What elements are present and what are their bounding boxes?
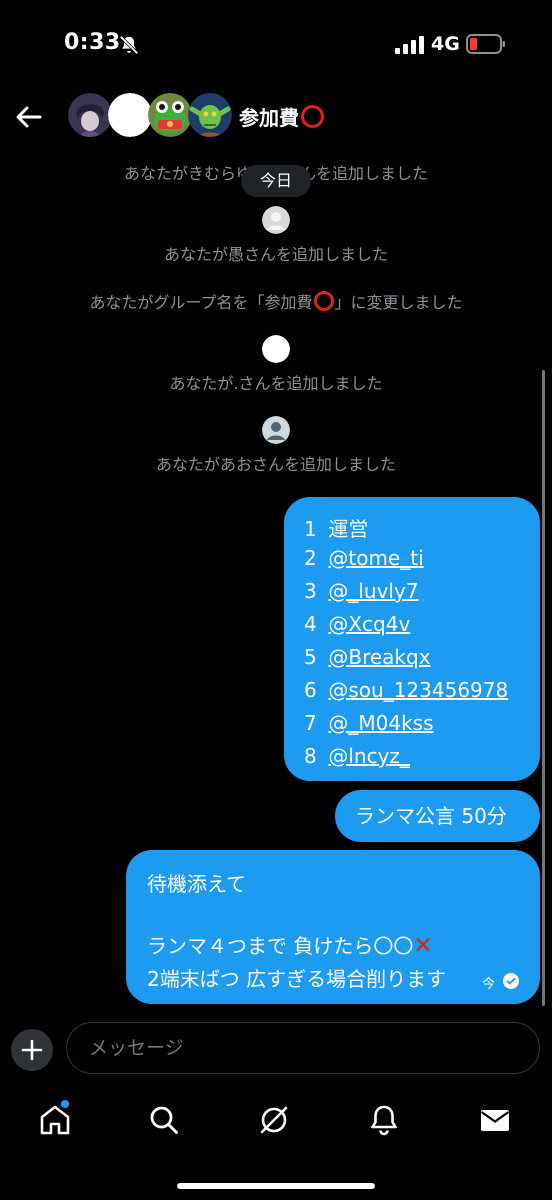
system-message: あなたが.さんを追加しました — [169, 374, 383, 393]
messages-icon[interactable] — [478, 1103, 512, 1137]
signal-icon — [395, 36, 424, 54]
mention-link[interactable]: @_M04kss — [328, 711, 433, 735]
group-title[interactable]: 参加費 — [239, 102, 324, 131]
mention-link[interactable]: @Breakqx — [328, 645, 430, 669]
mention-link[interactable]: @tome_ti — [328, 546, 423, 570]
plus-icon — [21, 1039, 43, 1061]
heavy-large-circle-icon — [313, 291, 334, 311]
status-time: 0:33 — [64, 30, 121, 55]
list-item: 5 @Breakqx — [304, 645, 431, 669]
message-timestamp: 今 — [482, 977, 496, 992]
grok-icon[interactable] — [257, 1103, 291, 1137]
list-item: 7 @_M04kss — [304, 711, 434, 735]
message-line: 待機添えて — [147, 872, 246, 896]
message-list[interactable]: あなたがきむらゆ んを追加しました 今日 あなたが愚さんを追加しました あなたが… — [0, 150, 552, 1015]
conversation-header: 参加費 — [0, 90, 552, 150]
message-bubble-rules[interactable]: ランマ公言 50分 — [335, 790, 540, 842]
list-item: 6 @sou_123456978 — [304, 678, 509, 702]
network-type: 4G — [431, 33, 460, 55]
system-message: あなたがあおさんを追加しました — [155, 455, 396, 474]
system-message: あなたが愚さんを追加しました — [163, 245, 388, 264]
battery-icon — [466, 34, 505, 54]
group-avatars[interactable] — [68, 93, 232, 139]
scrollbar[interactable] — [542, 370, 545, 1006]
date-separator: 今日 — [241, 165, 311, 197]
status-bar: 0:33 4G — [0, 0, 552, 90]
avatar-default-icon[interactable] — [262, 206, 290, 234]
avatar-default-icon[interactable] — [262, 416, 290, 444]
list-item: 3 @_luvly7 — [304, 579, 419, 603]
system-message: あなたがグループ名を「参加費 」に変更しました — [89, 291, 463, 312]
home-icon[interactable] — [38, 1103, 72, 1137]
read-check-icon — [503, 973, 519, 989]
home-indicator[interactable] — [177, 1183, 375, 1189]
list-item: 4 @Xcq4v — [304, 612, 411, 636]
message-input[interactable]: メッセージ — [66, 1022, 540, 1074]
cross-mark-icon: ✕ — [413, 933, 433, 959]
message-composer: メッセージ — [0, 1015, 552, 1095]
message-bubble-instructions[interactable]: 待機添えて ランマ４つまで 負けたら〇〇✕ 2端末ばつ 広すぎる場合削ります 今 — [126, 850, 540, 1004]
avatar-white-circle — [108, 93, 152, 137]
mention-link[interactable]: @_luvly7 — [328, 579, 418, 603]
avatar-white-circle-small[interactable] — [262, 335, 290, 363]
list-item: 1 運営 — [304, 517, 369, 541]
list-item: 8 @lncyz_ — [304, 744, 410, 768]
message-line: 2端末ばつ 広すぎる場合削ります — [147, 967, 447, 991]
avatar-anime-boy — [68, 93, 112, 137]
avatar-frog-character — [148, 93, 192, 137]
mention-link[interactable]: @sou_123456978 — [328, 678, 508, 702]
back-arrow-icon[interactable] — [12, 100, 46, 134]
avatar-goblin — [188, 93, 232, 137]
message-bubble-participants[interactable]: 1 運営 2 @tome_ti 3 @_luvly7 4 @Xcq4v 5 @B… — [284, 497, 540, 781]
mention-link[interactable]: @lncyz_ — [328, 744, 410, 768]
list-item: 2 @tome_ti — [304, 546, 424, 570]
home-notification-dot — [61, 1100, 69, 1108]
mention-link[interactable]: @Xcq4v — [328, 612, 410, 636]
search-icon[interactable] — [147, 1103, 181, 1137]
group-title-text: 参加費 — [239, 106, 299, 130]
message-line: ランマ４つまで 負けたら〇〇✕ — [147, 933, 433, 959]
heavy-large-circle-icon — [301, 105, 324, 128]
add-media-button[interactable] — [11, 1029, 53, 1071]
notifications-icon[interactable] — [367, 1103, 401, 1137]
bell-slash-icon — [119, 35, 139, 55]
